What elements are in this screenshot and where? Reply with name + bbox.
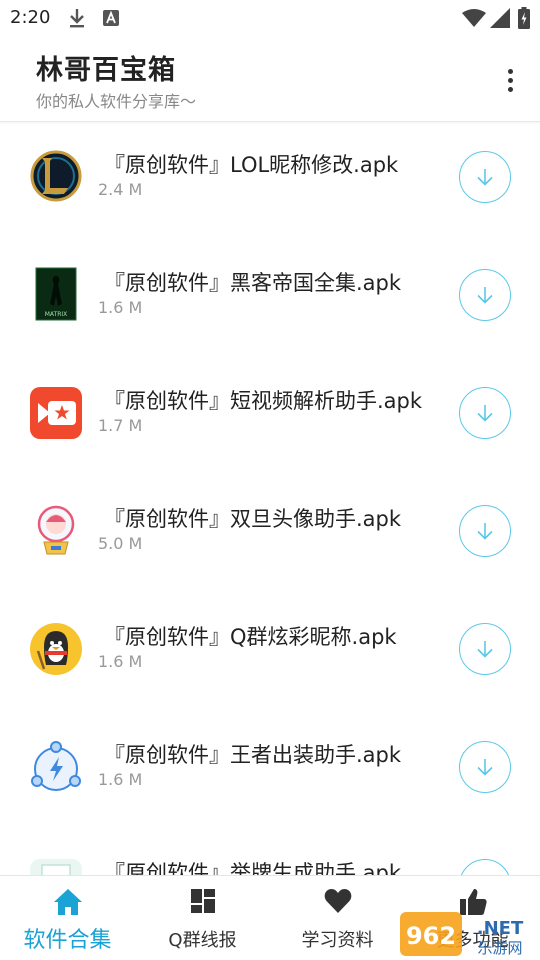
item-size: 1.6 M: [98, 770, 143, 789]
battery-icon: [518, 7, 530, 29]
snow-globe-icon: [37, 505, 75, 555]
list-item[interactable]: 『原创软件』Q群炫彩昵称.apk 1.6 M: [0, 594, 540, 712]
list-item[interactable]: 『原创软件』LOL昵称修改.apk 2.4 M: [0, 122, 540, 240]
app-subtitle: 你的私人软件分享库～: [36, 92, 197, 111]
item-size: 2.4 M: [98, 180, 143, 199]
item-name: 『原创软件』王者出装助手.apk: [104, 743, 402, 767]
download-button[interactable]: [459, 151, 511, 203]
nav-label: Q群线报: [168, 930, 237, 951]
download-button[interactable]: [459, 623, 511, 675]
arrow-down-icon: [477, 405, 493, 422]
download-button[interactable]: [459, 387, 511, 439]
download-button[interactable]: [459, 859, 511, 875]
svg-text:MATRIX: MATRIX: [45, 311, 68, 318]
lightning-network-icon: [31, 741, 81, 791]
arrow-down-icon: [477, 759, 493, 776]
svg-text:962: 962: [406, 922, 456, 950]
sign-board-icon: [30, 859, 82, 875]
list-item[interactable]: 『原创软件』举牌生成助手.apk: [0, 830, 540, 875]
lol-logo-icon: [30, 150, 82, 202]
watermark-logo: 962 .NET 乐游网: [400, 912, 524, 957]
arrow-down-icon: [477, 287, 493, 304]
download-button[interactable]: [459, 741, 511, 793]
list-item[interactable]: 『原创软件』双旦头像助手.apk 5.0 M: [0, 476, 540, 594]
item-size: 1.6 M: [98, 652, 143, 671]
svg-text:.NET: .NET: [477, 918, 524, 939]
app-list: 『原创软件』LOL昵称修改.apk 2.4 M MATRIX 『原创软件』黑客帝…: [0, 122, 540, 875]
status-time: 2:20: [10, 7, 51, 28]
nav-item-study[interactable]: 学习资料: [270, 876, 405, 960]
status-bar: 2:20: [0, 0, 540, 36]
app-header: 林哥百宝箱 你的私人软件分享库～: [0, 36, 540, 122]
download-button[interactable]: [459, 269, 511, 321]
item-name: 『原创软件』举牌生成助手.apk: [104, 861, 402, 875]
item-size: 5.0 M: [98, 534, 143, 553]
download-button[interactable]: [459, 505, 511, 557]
heart-icon: [324, 889, 351, 913]
dashboard-icon: [190, 889, 215, 913]
nav-item-software[interactable]: 软件合集: [0, 876, 135, 960]
svg-text:乐游网: 乐游网: [477, 939, 522, 957]
item-name: 『原创软件』LOL昵称修改.apk: [104, 153, 399, 177]
item-size: 1.7 M: [98, 416, 143, 435]
a-icon: [103, 10, 119, 26]
arrow-down-icon: [477, 169, 493, 186]
qq-penguin-icon: [30, 623, 82, 675]
item-name: 『原创软件』黑客帝国全集.apk: [104, 271, 402, 295]
item-name: 『原创软件』Q群炫彩昵称.apk: [104, 625, 397, 649]
arrow-down-icon: [477, 523, 493, 540]
item-name: 『原创软件』短视频解析助手.apk: [104, 389, 423, 413]
nav-item-qgroup[interactable]: Q群线报: [135, 876, 270, 960]
list-item[interactable]: 『原创软件』王者出装助手.apk 1.6 M: [0, 712, 540, 830]
list-item[interactable]: MATRIX 『原创软件』黑客帝国全集.apk 1.6 M: [0, 240, 540, 358]
signal-icon: [490, 8, 510, 28]
wifi-icon: [462, 9, 486, 27]
nav-label: 学习资料: [301, 930, 374, 951]
home-icon: [53, 889, 82, 915]
matrix-poster-icon: MATRIX: [35, 267, 77, 321]
app-title: 林哥百宝箱: [36, 55, 176, 86]
download-icon: [70, 9, 84, 28]
list-item[interactable]: 『原创软件』短视频解析助手.apk 1.7 M: [0, 358, 540, 476]
nav-label: 软件合集: [23, 928, 112, 953]
more-vert-icon[interactable]: [494, 60, 526, 100]
item-size: 1.6 M: [98, 298, 143, 317]
arrow-down-icon: [477, 641, 493, 658]
item-name: 『原创软件』双旦头像助手.apk: [104, 507, 402, 531]
video-star-icon: [30, 387, 82, 439]
